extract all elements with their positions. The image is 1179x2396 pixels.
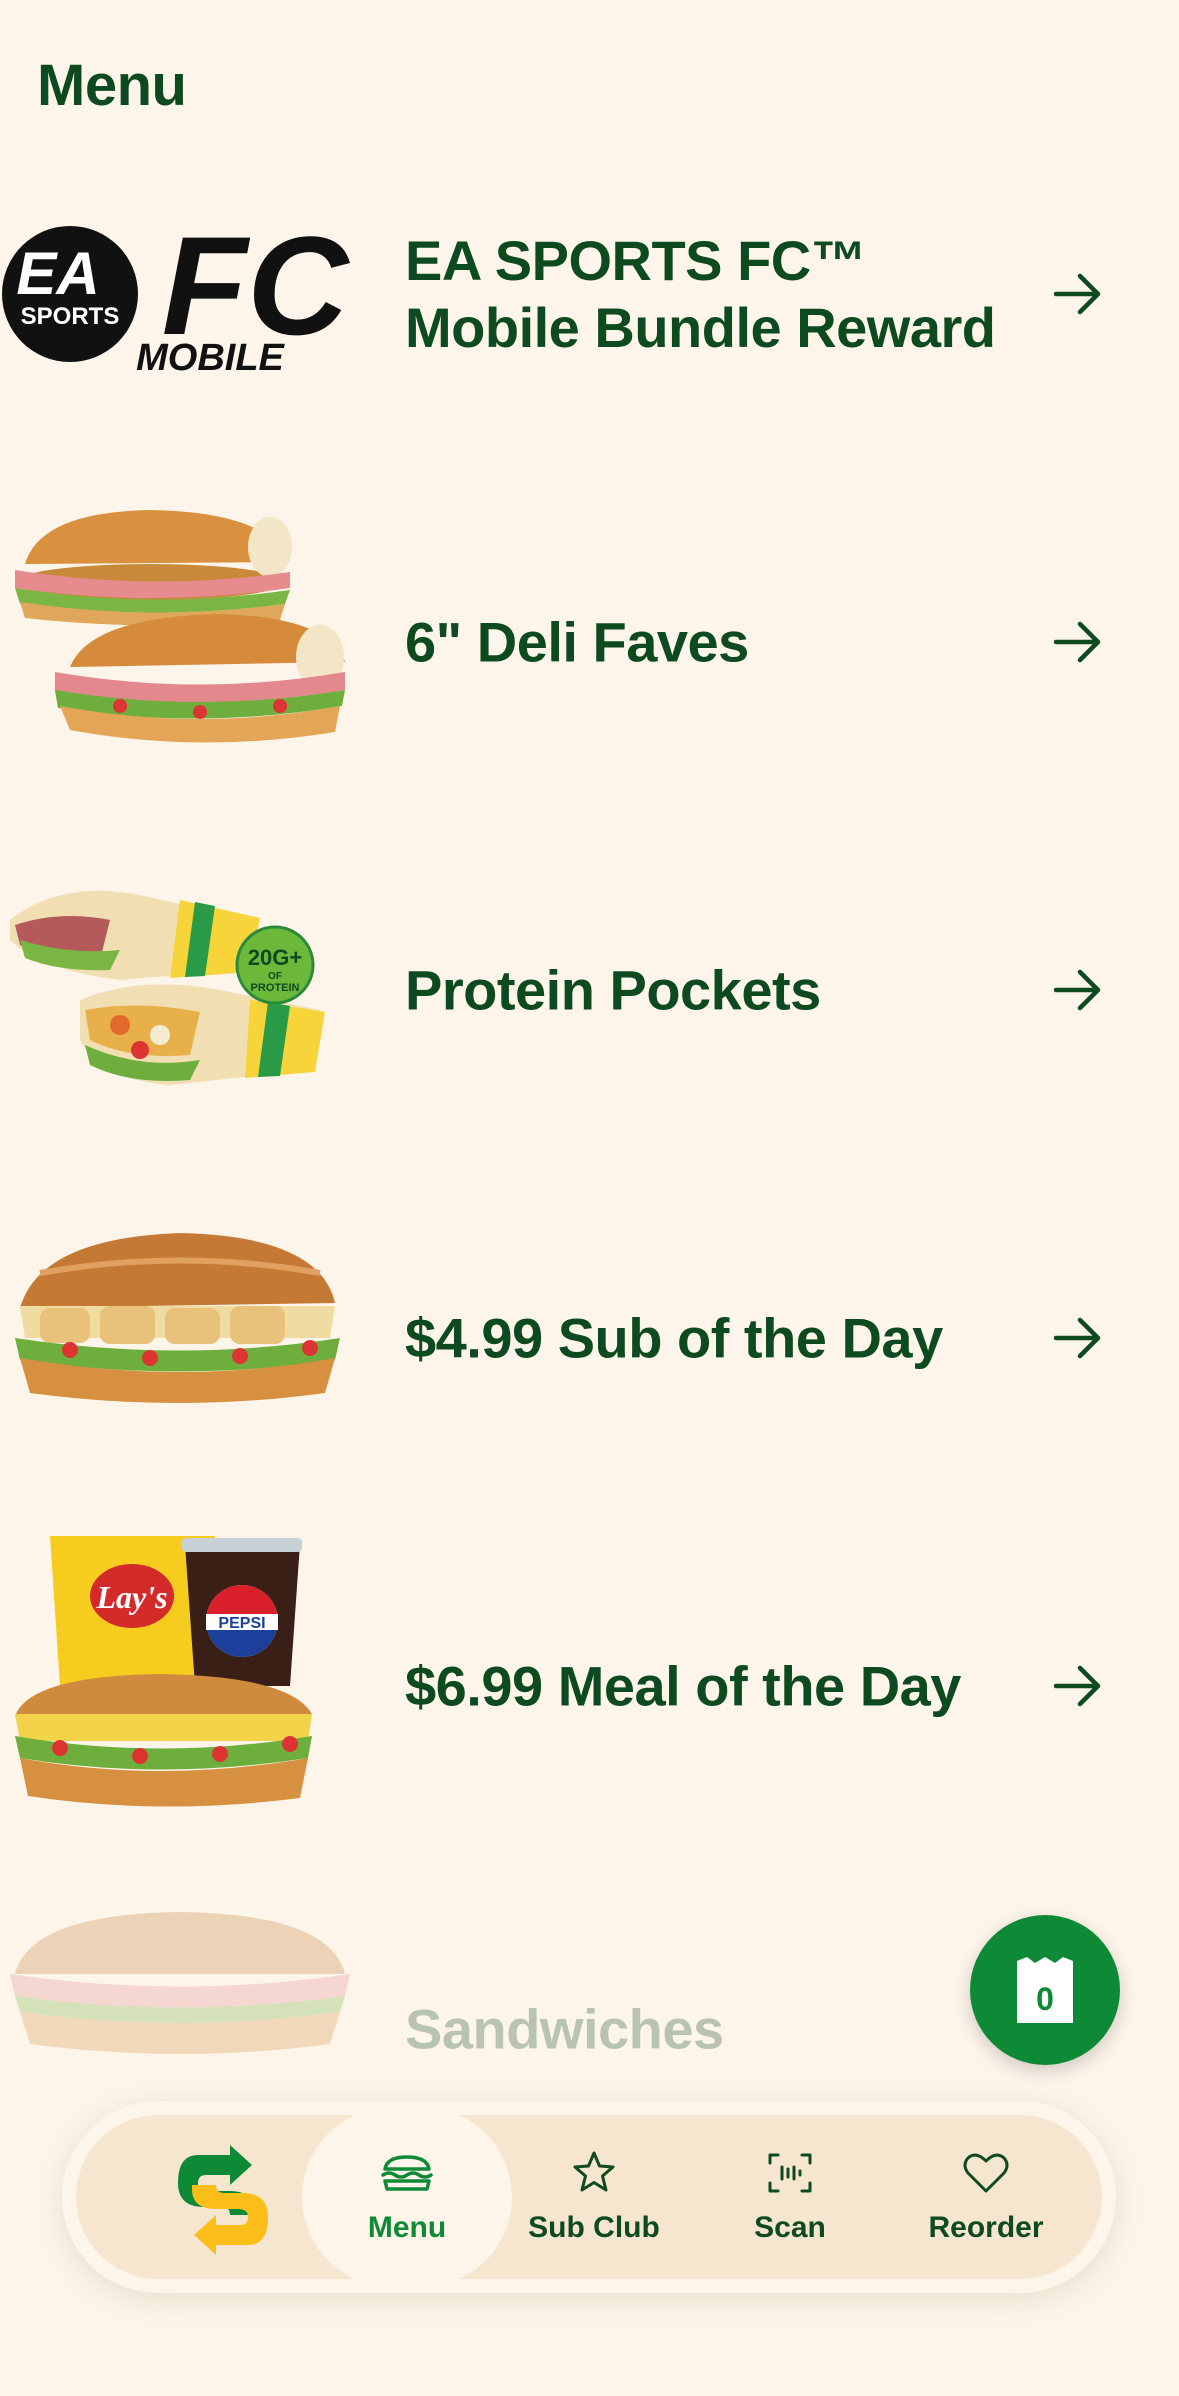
menu-item-label: $6.99 Meal of the Day — [405, 1654, 961, 1718]
protein-badge-of: OF — [268, 971, 282, 982]
nav-tab-scan[interactable]: Scan — [700, 2115, 880, 2279]
shopping-bag-icon: 0 — [1013, 1955, 1077, 2025]
page-title: Menu — [37, 53, 187, 118]
sports-logo-text: SPORTS — [21, 303, 120, 330]
heart-icon — [958, 2149, 1014, 2197]
menu-item-label: Protein Pockets — [405, 958, 821, 1022]
bottom-navigation-bar: Menu Sub Club Scan Reorder — [76, 2107, 1102, 2287]
subway-logo-icon[interactable] — [168, 2145, 278, 2255]
arrow-right-icon — [1050, 1658, 1106, 1714]
protein-pockets-image: 20G+ OF PROTEIN — [0, 840, 360, 1140]
menu-item-ea-sports-fc[interactable]: EA SPORTS FC MOBILE EA SPORTS FC™ Mobile… — [0, 144, 1179, 444]
menu-item-meal-of-the-day[interactable]: Lay's PEPSI $6.99 Meal of the Day — [0, 1536, 1179, 1836]
bottom-navigation: Menu Sub Club Scan Reorder — [62, 2101, 1116, 2293]
ea-sports-fc-mobile-logo: EA SPORTS FC MOBILE — [0, 144, 360, 444]
scan-icon — [762, 2149, 818, 2197]
pepsi-logo-text: PEPSI — [218, 1615, 265, 1632]
menu-item-label: 6" Deli Faves — [405, 610, 749, 674]
menu-item-protein-pockets[interactable]: 20G+ OF PROTEIN Protein Pockets — [0, 840, 1179, 1140]
menu-item-deli-faves[interactable]: 6" Deli Faves — [0, 492, 1179, 792]
arrow-right-icon — [1050, 962, 1106, 1018]
arrow-right-icon — [1050, 614, 1106, 670]
arrow-right-icon — [1050, 266, 1106, 322]
cart-count: 0 — [1036, 1981, 1054, 2017]
menu-item-label: EA SPORTS FC™ Mobile Bundle Reward — [405, 228, 996, 359]
protein-badge-number: 20G+ — [248, 945, 302, 970]
nav-tab-sub-club[interactable]: Sub Club — [504, 2115, 684, 2279]
ea-logo-text: EA — [16, 240, 99, 307]
protein-badge-protein: PROTEIN — [251, 982, 300, 994]
sandwich-icon — [379, 2149, 435, 2197]
menu-item-label: $4.99 Sub of the Day — [405, 1306, 943, 1370]
menu-item-label: Sandwiches — [405, 1997, 724, 2061]
cart-button[interactable]: 0 — [970, 1915, 1120, 2065]
star-icon — [566, 2149, 622, 2197]
sub-of-the-day-image — [0, 1188, 360, 1488]
lays-logo-text: Lay's — [95, 1579, 167, 1615]
mobile-logo-text: MOBILE — [136, 337, 285, 379]
nav-tab-menu[interactable]: Menu — [302, 2107, 512, 2287]
arrow-right-icon — [1050, 1310, 1106, 1366]
nav-label-reorder: Reorder — [928, 2211, 1044, 2244]
nav-label-menu: Menu — [367, 2211, 447, 2244]
meal-of-the-day-image: Lay's PEPSI — [0, 1536, 360, 1836]
nav-label-scan: Scan — [754, 2211, 826, 2244]
nav-tab-reorder[interactable]: Reorder — [896, 2115, 1076, 2279]
deli-sandwiches-image — [0, 492, 360, 792]
nav-label-sub-club: Sub Club — [528, 2211, 660, 2244]
menu-item-sub-of-the-day[interactable]: $4.99 Sub of the Day — [0, 1188, 1179, 1488]
